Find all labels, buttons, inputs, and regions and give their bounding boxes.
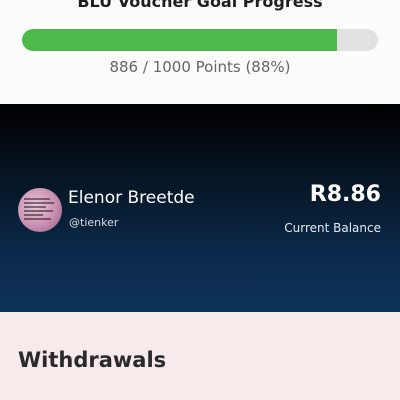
withdrawals-title: Withdrawals bbox=[18, 348, 167, 372]
user-name: Elenor Breetde bbox=[68, 188, 195, 208]
balance-amount: R8.86 bbox=[309, 182, 381, 207]
profile-header: Elenor Breetde @tienker R8.86 Current Ba… bbox=[0, 104, 400, 312]
balance-label: Current Balance bbox=[284, 221, 381, 235]
withdrawals-section: Withdrawals bbox=[0, 312, 400, 400]
goal-progress-card: BLU Voucher Goal Progress 886 / 1000 Poi… bbox=[0, 0, 400, 104]
goal-progress-fill bbox=[22, 29, 338, 51]
goal-progress-text: 886 / 1000 Points (88%) bbox=[109, 58, 291, 76]
goal-title: BLU Voucher Goal Progress bbox=[77, 0, 323, 11]
avatar[interactable] bbox=[18, 188, 62, 232]
goal-progress-bar bbox=[22, 29, 378, 51]
user-handle: @tienker bbox=[69, 216, 119, 229]
